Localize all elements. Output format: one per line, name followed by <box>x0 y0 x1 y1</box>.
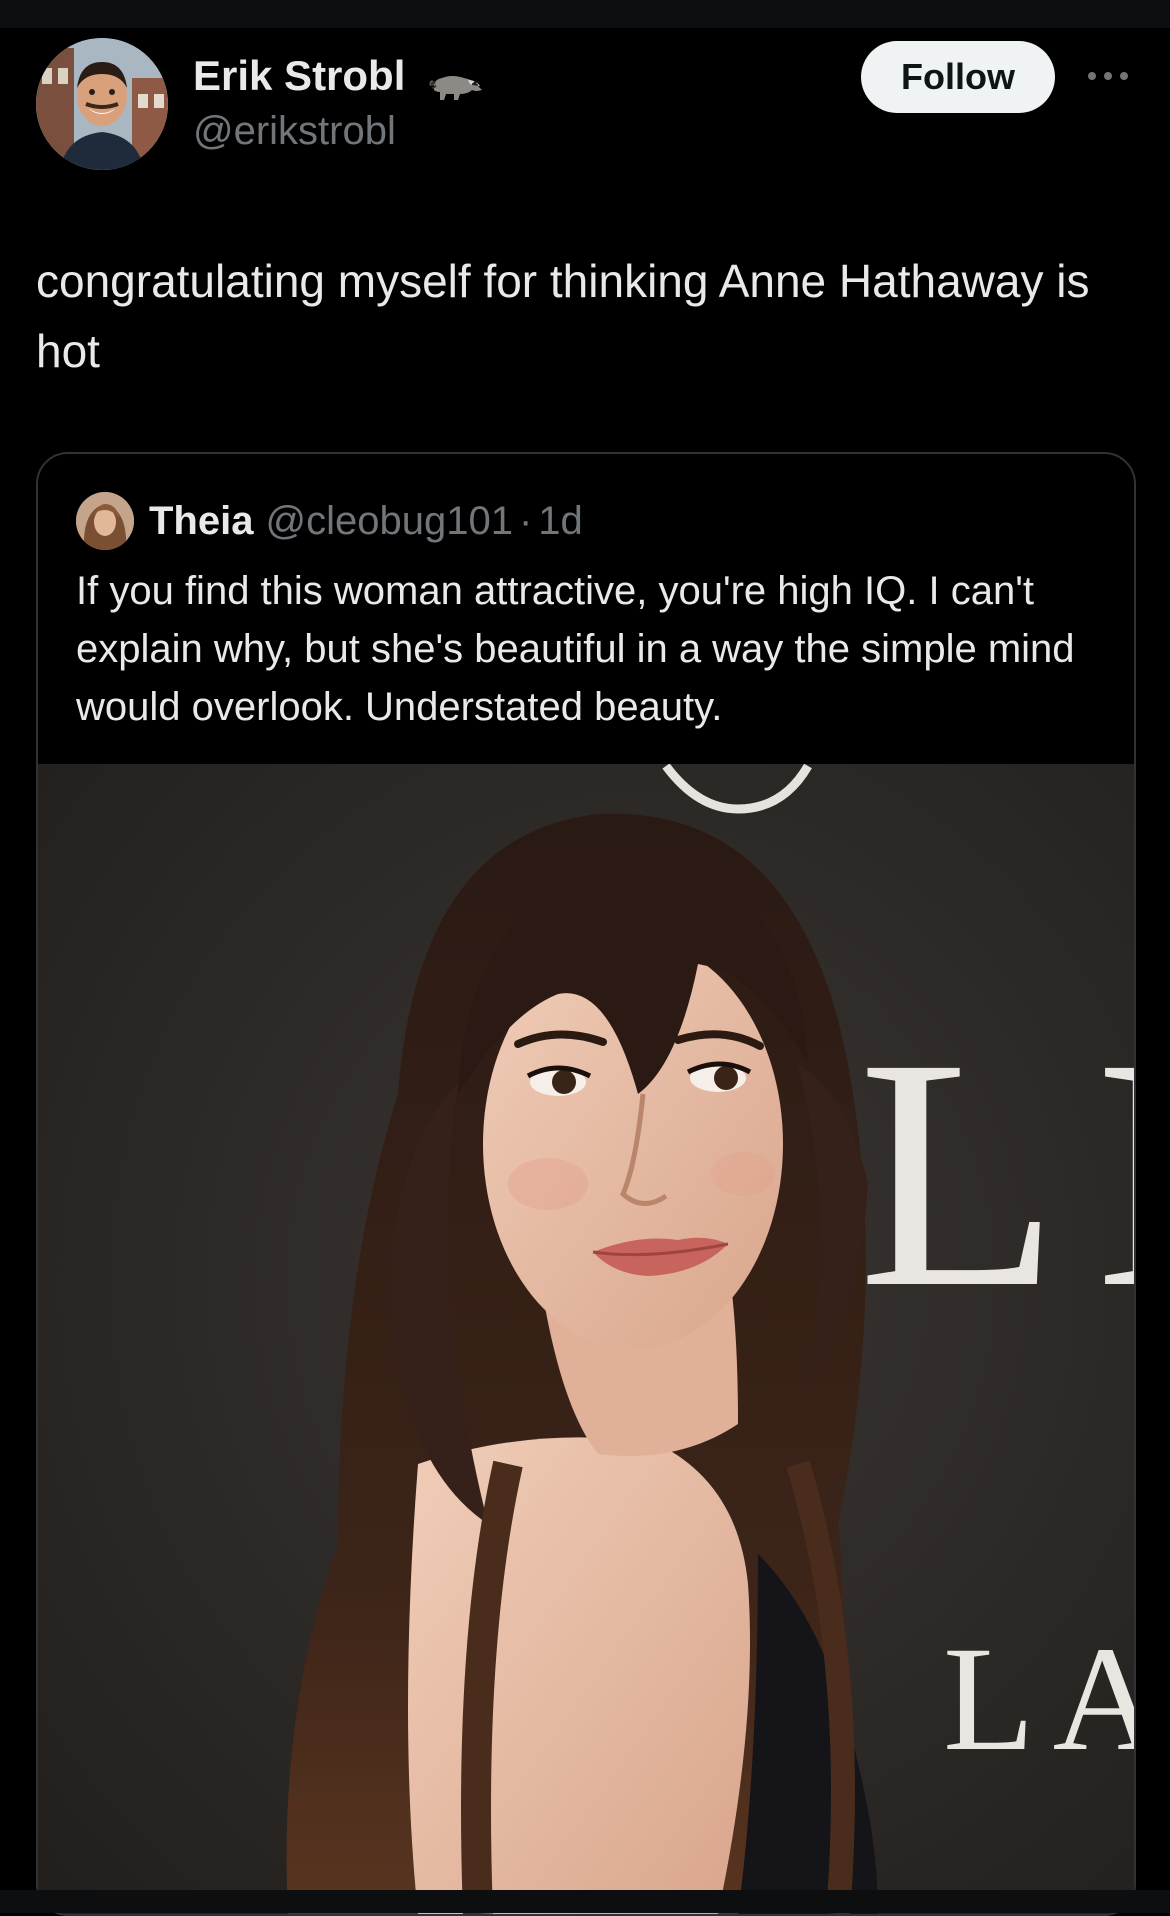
tweet-text: congratulating myself for thinking Anne … <box>36 255 1090 377</box>
quote-separator: · <box>518 499 533 543</box>
quote-author-display-name[interactable]: Theia <box>149 499 253 543</box>
quote-author-handle[interactable]: @cleobug101 <box>265 499 512 543</box>
more-horizontal-icon[interactable] <box>1085 66 1131 86</box>
quote-photo[interactable]: LL LA <box>38 764 1134 1914</box>
bottom-edge-strip <box>0 1890 1170 1913</box>
author-display-name[interactable]: Erik Strobl <box>193 50 405 102</box>
raccoon-icon <box>429 76 482 100</box>
backdrop-lettering-bottom: LA <box>943 1616 1134 1782</box>
author-avatar[interactable] <box>36 38 168 170</box>
status-bar-strip <box>0 0 1170 28</box>
quote-header: Theia @cleobug101 · 1d <box>149 492 583 550</box>
quote-text: If you find this woman attractive, you'r… <box>76 569 1075 729</box>
quote-author-avatar[interactable] <box>76 492 134 550</box>
quoted-tweet[interactable]: Theia @cleobug101 · 1d If you find this wom… <box>36 452 1136 1916</box>
quote-timestamp[interactable]: 1d <box>538 499 583 543</box>
follow-button[interactable]: Follow <box>861 41 1055 113</box>
backdrop-lettering-top: LL <box>858 991 1134 1356</box>
author-handle[interactable]: @erikstrobl <box>193 106 396 156</box>
